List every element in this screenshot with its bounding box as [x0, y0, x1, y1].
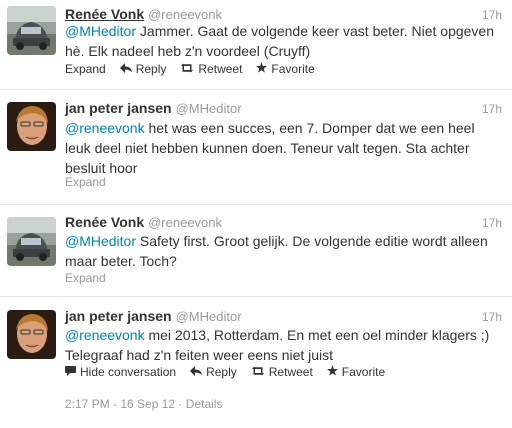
fullname[interactable]: Renée Vonk [65, 214, 144, 230]
tweet-text: @reneevonk het was een succes, een 7. Do… [65, 120, 475, 176]
favorite-button[interactable]: Favorite [256, 62, 315, 76]
speech-bubble-icon [65, 365, 76, 379]
tweet-actions: Hide conversation Reply Retweet Favorite [65, 364, 399, 380]
username[interactable]: @MHeditor [176, 309, 242, 324]
avatar-mheditor[interactable] [7, 310, 56, 359]
hide-conversation-button[interactable]: Hide conversation [65, 365, 176, 379]
timestamp[interactable]: 2:17 PM - 16 Sep 12 [65, 397, 175, 411]
username[interactable]: @reneevonk [148, 215, 222, 230]
tweet-text: @MHeditor Jammer. Gaat de volgende keer … [65, 23, 494, 59]
tweet-meta: 2:17 PM - 16 Sep 12 · Details [65, 397, 222, 411]
tweet-actions: Expand [65, 270, 120, 286]
tweet-header: jan peter jansen @MHeditor [65, 100, 242, 118]
mention-link[interactable]: @MHeditor [65, 23, 136, 39]
retweet-button[interactable]: Retweet [251, 365, 313, 379]
avatar-reneevonk[interactable] [7, 217, 56, 266]
tweet-time[interactable]: 17h [482, 8, 502, 22]
tweet-time[interactable]: 17h [482, 310, 502, 324]
mention-link[interactable]: @reneevonk [65, 120, 145, 136]
tweet-time[interactable]: 17h [482, 102, 502, 116]
tweet-text: @MHeditor Safety first. Groot gelijk. De… [65, 233, 488, 269]
mention-link[interactable]: @MHeditor [65, 233, 136, 249]
reply-icon [190, 365, 203, 379]
tweet-time[interactable]: 17h [482, 216, 502, 230]
tweet-header: Renée Vonk @reneevonk [65, 214, 222, 232]
tweet-4-expanded[interactable]: jan peter jansen @MHeditor 17h @reneevonk… [0, 297, 512, 428]
tweet-text: @reneevonk mei 2013, Rotterdam. En met e… [65, 327, 490, 363]
reply-button[interactable]: Reply [190, 365, 237, 379]
reply-button[interactable]: Reply [119, 62, 166, 76]
fullname[interactable]: jan peter jansen [65, 100, 172, 116]
retweet-icon [180, 62, 194, 76]
expand-button[interactable]: Expand [65, 175, 106, 189]
expand-button[interactable]: Expand [65, 62, 106, 76]
details-link[interactable]: Details [186, 397, 223, 411]
fullname[interactable]: jan peter jansen [65, 308, 172, 324]
star-icon [326, 365, 338, 379]
tweet-actions: Expand Reply Retweet Favorite [65, 61, 329, 77]
tweet-actions: Expand [65, 174, 120, 190]
fullname[interactable]: Renée Vonk [65, 6, 144, 22]
tweet-1[interactable]: Renée Vonk @reneevonk 17h @MHeditor Jamme… [0, 0, 512, 90]
retweet-button[interactable]: Retweet [180, 62, 242, 76]
tweet-3[interactable]: Renée Vonk @reneevonk 17h @MHeditor Safet… [0, 205, 512, 297]
separator: · [178, 397, 183, 411]
avatar-reneevonk[interactable] [7, 6, 56, 55]
username[interactable]: @MHeditor [176, 101, 242, 116]
tweet-2[interactable]: jan peter jansen @MHeditor 17h @reneevonk… [0, 90, 512, 205]
username[interactable]: @reneevonk [148, 7, 222, 22]
expand-button[interactable]: Expand [65, 271, 106, 285]
avatar-mheditor[interactable] [7, 102, 56, 151]
reply-icon [119, 62, 132, 76]
star-icon [256, 62, 268, 76]
mention-link[interactable]: @reneevonk [65, 327, 145, 343]
favorite-button[interactable]: Favorite [326, 365, 385, 379]
retweet-icon [251, 365, 265, 379]
tweet-header: jan peter jansen @MHeditor [65, 308, 242, 326]
